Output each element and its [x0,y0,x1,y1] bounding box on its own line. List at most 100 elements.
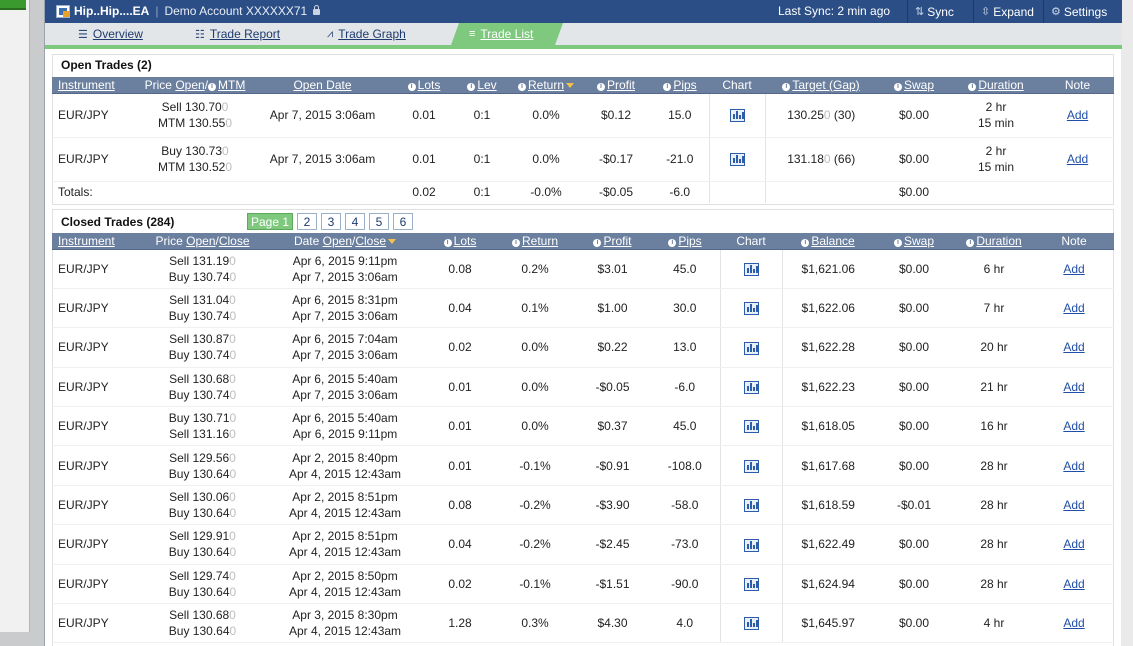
bar-chart-icon[interactable] [743,262,759,276]
note-cell: Add [1034,445,1114,486]
col-target[interactable]: i Target (Gap) [765,77,877,94]
tab-overview[interactable]: ☰ Overview [78,23,143,45]
info-icon: i [517,82,526,91]
bar-chart-icon[interactable] [743,302,759,316]
date-cell: Apr 6, 2015 9:11pm Apr 7, 2015 3:06am [265,249,425,289]
add-note-link[interactable]: Add [1063,340,1084,354]
page-6-button[interactable]: 6 [393,213,413,230]
profit-cell: $0.12 [581,93,651,138]
add-note-link[interactable]: Add [1067,108,1088,122]
pips-cell: -21.0 [651,137,709,182]
col-swap[interactable]: i Swap [877,77,951,94]
col-balance[interactable]: i Balance [782,233,874,250]
sync-button[interactable]: ⇅ Sync [907,0,966,23]
balance-cell: $1,618.05 [782,406,874,447]
col-profit[interactable]: i Profit [575,233,650,250]
add-note-link[interactable]: Add [1063,498,1084,512]
page-3-button[interactable]: 3 [321,213,341,230]
bar-chart-icon[interactable] [743,341,759,355]
lock-icon [313,5,321,15]
col-lots[interactable]: i Lots [425,233,495,250]
table-row[interactable]: EUR/JPY Sell 131.190 Buy 130.740 Apr 6, 201… [52,249,1114,289]
add-note-link[interactable]: Add [1067,152,1088,166]
table-row[interactable]: EUR/JPY Sell 130.680 Buy 130.740 Apr 6, 201… [52,367,1114,408]
settings-button[interactable]: ⚙ Settings [1043,0,1122,23]
totals-return: -0.0% [530,185,562,200]
tab-trade-graph[interactable]: ⩘ Trade Graph [327,23,406,45]
bar-chart-icon[interactable] [729,109,745,123]
page-1-button[interactable]: Page 1 [247,213,293,230]
col-instrument[interactable]: Instrument [52,233,140,250]
duration-cell: 21 hr [954,367,1034,408]
col-price-open-close[interactable]: Price Open/Close [140,233,265,250]
col-swap[interactable]: i Swap [874,233,954,250]
table-row[interactable]: EUR/JPY Buy 130.710 Sell 131.160 Apr 6, 201… [52,406,1114,447]
add-note-link[interactable]: Add [1063,616,1084,630]
col-pips[interactable]: i Pips [650,233,720,250]
add-note-link[interactable]: Add [1063,577,1084,591]
info-icon: i [893,238,902,247]
table-row[interactable]: EUR/JPY Sell 131.040 Buy 130.740 Apr 6, 201… [52,288,1114,329]
table-row[interactable]: EUR/JPY Sell 130.700 MTM 130.550 Apr 7, 2… [52,93,1114,138]
bar-chart-icon[interactable] [743,577,759,591]
bar-chart-icon[interactable] [743,617,759,631]
swap-cell: $0.00 [874,327,954,368]
table-row[interactable]: EUR/JPY Sell 129.910 Buy 130.640 Apr 2, 201… [52,524,1114,565]
col-return[interactable]: i Return [511,77,581,94]
col-price-open-mtm[interactable]: Price Open/i MTM [140,77,250,94]
add-note-link[interactable]: Add [1063,262,1084,276]
tab-trade-list[interactable]: ≡ Trade List [451,23,563,45]
page-5-button[interactable]: 5 [369,213,389,230]
page-4-button[interactable]: 4 [345,213,365,230]
col-date-open-close[interactable]: Date Open/Close [265,233,425,250]
settings-label: Settings [1063,4,1108,19]
pips-cell: -108.0 [650,445,720,486]
add-note-link[interactable]: Add [1063,459,1084,473]
duration-cell: 7 hr [954,288,1034,329]
tab-trade-report[interactable]: ☷ Trade Report [195,23,280,45]
bar-chart-icon[interactable] [743,499,759,513]
gear-icon: ⚙ [1051,6,1061,18]
col-pips[interactable]: i Pips [651,77,709,94]
return-cell: 0.0% [495,367,575,408]
add-note-link[interactable]: Add [1063,419,1084,433]
table-row[interactable]: EUR/JPY Sell 129.740 Buy 130.640 Apr 2, 201… [52,564,1114,605]
bar-chart-icon[interactable] [743,420,759,434]
instrument-cell: EUR/JPY [52,327,140,368]
date-cell: Apr 7, 2015 3:06am [250,137,395,182]
col-duration[interactable]: i Duration [951,77,1041,94]
instrument-cell: EUR/JPY [52,485,140,526]
balance-cell: $1,622.23 [782,367,874,408]
sync-icon: ⇅ [915,6,925,18]
bar-chart-icon[interactable] [729,153,745,167]
table-row[interactable]: EUR/JPY Sell 130.680 Buy 130.640 Apr 3, 201… [52,603,1114,644]
add-note-link[interactable]: Add [1063,301,1084,315]
price-cell: Sell 130.700 MTM 130.550 [140,93,250,138]
lots-cell: 1.28 [425,603,495,644]
instrument-cell: EUR/JPY [52,137,140,182]
bar-chart-icon[interactable] [743,459,759,473]
note-cell: Add [1034,327,1114,368]
closed-trades-header-row: Instrument Price Open/Close Date Open/Cl… [52,233,1114,250]
col-instrument[interactable]: Instrument [52,77,140,94]
bar-chart-icon[interactable] [743,538,759,552]
instrument-cell: EUR/JPY [52,524,140,565]
col-open-date[interactable]: Open Date [250,77,395,94]
table-row[interactable]: EUR/JPY Sell 130.060 Buy 130.640 Apr 2, 201… [52,485,1114,526]
app-name[interactable]: Hip..Hip....EA [74,4,149,18]
add-note-link[interactable]: Add [1063,537,1084,551]
table-row[interactable]: EUR/JPY Sell 129.560 Buy 130.640 Apr 2, 201… [52,445,1114,486]
table-row[interactable]: EUR/JPY Buy 130.730 MTM 130.520 Apr 7, 20… [52,137,1114,182]
expand-button[interactable]: ⇳ Expand [973,0,1043,23]
swap-cell: $0.00 [877,137,951,182]
page-2-button[interactable]: 2 [297,213,317,230]
col-duration[interactable]: i Duration [954,233,1034,250]
bar-chart-icon[interactable] [743,381,759,395]
right-scroll-strip[interactable] [1121,0,1133,646]
col-profit[interactable]: i Profit [581,77,651,94]
col-return[interactable]: i Return [495,233,575,250]
col-lots[interactable]: i Lots [395,77,453,94]
col-lev[interactable]: i Lev [453,77,511,94]
table-row[interactable]: EUR/JPY Sell 130.870 Buy 130.740 Apr 6, 201… [52,327,1114,368]
add-note-link[interactable]: Add [1063,380,1084,394]
